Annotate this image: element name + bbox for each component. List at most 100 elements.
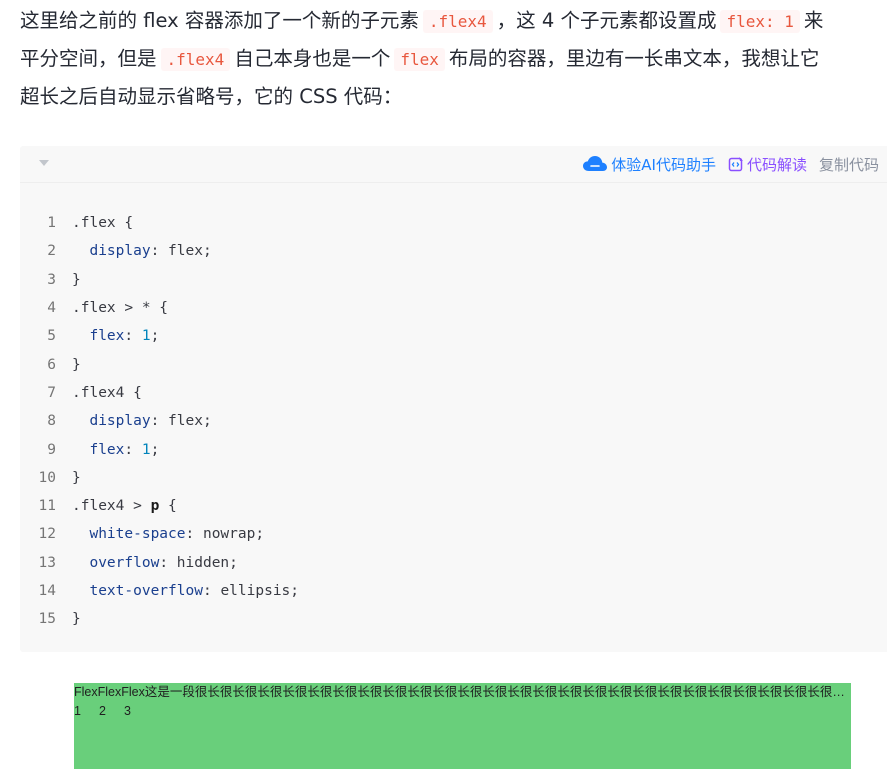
code-value: nowrap — [202, 526, 256, 543]
code-toolbar-actions: 体验AI代码助手 代码解读 复制代码 — [582, 146, 879, 182]
code-text: .flex > * { — [72, 300, 168, 316]
code-selector: .flex { — [72, 215, 134, 232]
code-toolbar: 体验AI代码助手 代码解读 复制代码 — [20, 146, 887, 183]
code-value: hidden — [176, 554, 230, 571]
code-property: flex — [89, 328, 125, 345]
code-line: 14 text-overflow: ellipsis; — [20, 577, 887, 605]
demo-number-items: 1 2 3 — [74, 704, 149, 718]
line-number: 11 — [38, 498, 56, 515]
line-number: 13 — [38, 554, 56, 571]
paragraph-text: 布局的容器，里边有一长串文本，我想让它 — [448, 47, 820, 70]
code-value: ellipsis — [220, 583, 291, 599]
code-line: 3} — [20, 266, 887, 294]
code-line: 8 display: flex; — [20, 407, 887, 435]
code-line: 9 flex: 1; — [20, 435, 887, 463]
code-punctuation: ; — [290, 583, 300, 599]
code-text: } — [72, 611, 81, 627]
code-value: flex — [168, 413, 203, 430]
code-line: 2 display: flex; — [20, 237, 887, 265]
code-value: flex — [168, 243, 203, 260]
code-selector: { — [159, 498, 177, 515]
inline-code-flex4: .flex4 — [160, 48, 231, 71]
line-number: 3 — [47, 271, 56, 288]
code-line: 10} — [20, 464, 887, 492]
code-line: 1 .flex { — [20, 209, 887, 237]
paragraph-line-2: 平分空间，但是 .flex4 自己本身也是一个 flex 布局的容器，里边有一长串文本，… — [20, 40, 887, 78]
line-number: 14 — [38, 583, 56, 599]
paragraph-text: 平分空间，但是 — [20, 47, 157, 70]
line-number: 15 — [38, 611, 56, 628]
caret-down-icon[interactable] — [38, 159, 52, 169]
code-selector: } — [72, 271, 81, 288]
code-text: display: flex; — [72, 413, 212, 430]
code-property: flex — [89, 441, 125, 458]
paragraph-text: 自己本身也是一个 — [234, 47, 391, 70]
code-line: 11 .flex4 > p { — [20, 492, 887, 520]
code-selector: .flex4 > — [72, 498, 151, 515]
code-property: white-space — [89, 526, 186, 543]
code-explain-button[interactable]: 代码解读 — [728, 154, 807, 175]
line-number: 12 — [38, 526, 56, 543]
demo-item-3: 3 — [124, 704, 131, 718]
code-text: display: flex; — [72, 243, 212, 260]
code-text: } — [72, 272, 81, 288]
code-text: .flex4 { — [72, 385, 142, 401]
paragraph-text: 这里给之前的 flex 容器添加了一个新的子元素 — [20, 9, 419, 32]
code-punctuation: ; — [229, 554, 238, 571]
demo-long-text: FlexFlexFlex这是一段很长很长很长很长很长很长很长很长很长很长很长很长… — [74, 685, 851, 699]
code-punctuation: ; — [202, 243, 212, 260]
code-punctuation: ; — [202, 413, 212, 430]
copy-code-label: 复制代码 — [818, 155, 879, 174]
paragraph-text: ，这 4 个子元素都设置成 — [496, 9, 717, 32]
line-number: 9 — [47, 441, 56, 458]
demo-item-1: 1 — [74, 704, 81, 718]
inline-code-flex: flex — [394, 48, 445, 71]
code-text: } — [72, 470, 81, 486]
code-text: overflow: hidden; — [72, 554, 238, 571]
code-punctuation: : — [124, 441, 142, 458]
code-punctuation: : — [185, 526, 203, 543]
code-punctuation: : — [202, 583, 221, 599]
line-number: 8 — [47, 413, 56, 430]
code-punctuation: : — [150, 243, 169, 260]
code-text: flex: 1; — [72, 442, 159, 458]
code-punctuation: : — [124, 328, 142, 345]
inline-code-flex-1: flex: 1 — [720, 10, 800, 33]
code-selector: .flex > * { — [72, 300, 169, 317]
demo-item-2: 2 — [99, 704, 106, 718]
cloud-icon — [582, 155, 608, 173]
code-property: overflow — [89, 554, 160, 571]
code-body: 1 .flex {2 display: flex; 3} 4 .flex > * {5 … — [20, 209, 887, 633]
line-number: 4 — [47, 300, 56, 317]
code-property: display — [89, 243, 151, 260]
code-text: .flex { — [72, 215, 133, 231]
code-selector: } — [72, 469, 81, 486]
code-line: 5 flex: 1; — [20, 322, 887, 350]
line-number: 2 — [47, 243, 56, 260]
code-text: .flex4 > p { — [72, 498, 177, 514]
code-property: display — [89, 413, 151, 430]
code-line: 12 white-space: nowrap; — [20, 520, 887, 548]
line-number: 6 — [47, 356, 56, 373]
copy-code-button[interactable]: 复制代码 — [819, 154, 879, 175]
code-block: 体验AI代码助手 代码解读 复制代码 1 .flex {2 display: fl… — [20, 146, 887, 652]
code-punctuation: : — [159, 554, 177, 571]
article-paragraph: 这里给之前的 flex 容器添加了一个新的子元素 .flex4 ，这 4 个子元素都… — [20, 2, 887, 116]
paragraph-text: 来 — [803, 9, 824, 32]
inline-code-flex4: .flex4 — [422, 10, 493, 33]
paragraph-text: 超长之后自动显示省略号，它的 CSS 代码： — [20, 85, 403, 108]
ai-assistant-button[interactable]: 体验AI代码助手 — [582, 154, 716, 175]
paragraph-line-3: 超长之后自动显示省略号，它的 CSS 代码： — [20, 78, 887, 116]
code-line: 7 .flex4 { — [20, 379, 887, 407]
code-punctuation: : — [150, 413, 169, 430]
ai-assistant-label: 体验AI代码助手 — [611, 155, 716, 174]
code-text: white-space: nowrap; — [72, 526, 264, 542]
code-number: 1 — [141, 441, 151, 458]
code-number: 1 — [141, 328, 151, 345]
